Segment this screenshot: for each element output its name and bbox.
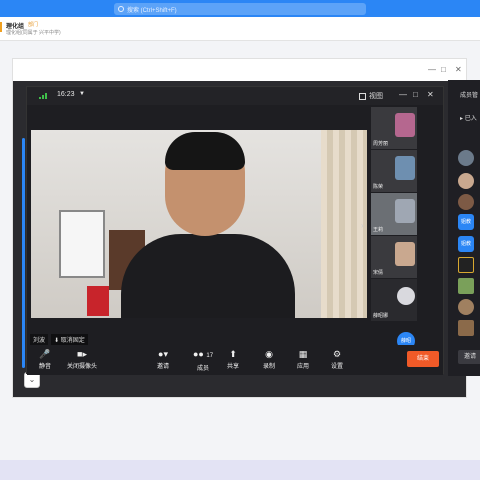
invite-icon: ●▾ (158, 349, 168, 359)
members-button[interactable]: ●● 17 成员 (193, 349, 213, 372)
signal-icon (39, 93, 47, 99)
meeting-minimize-icon[interactable]: — (399, 90, 407, 99)
participant-name: 薛昭娜 (373, 313, 389, 319)
minimize-icon[interactable]: — (428, 65, 436, 74)
maximize-icon[interactable]: □ (441, 65, 446, 74)
participant-name: 陈荣 (373, 184, 384, 190)
meeting-titlebar: 16:23 ▼ 视图 — □ ✕ (27, 87, 443, 105)
apps-label: 应用 (297, 364, 310, 370)
apps-button[interactable]: ▦ 应用 (297, 349, 309, 370)
participant-thumbnail[interactable]: 周芳丽 (371, 107, 417, 149)
participant-avatar (395, 242, 415, 266)
record-button[interactable]: ◉ 录制 (263, 349, 275, 370)
meeting-maximize-icon[interactable]: □ (413, 90, 418, 99)
gear-icon: ⚙ (332, 349, 342, 359)
member-panel-title: 成员管 (460, 93, 479, 99)
share-label: 共享 (227, 364, 240, 370)
participant-avatar (397, 287, 415, 305)
panel-invite-button[interactable]: 邀请 (458, 350, 480, 364)
bottom-strip (0, 460, 480, 480)
invite-label: 邀请 (157, 364, 170, 370)
participant-avatar (395, 113, 415, 137)
apps-icon: ▦ (298, 349, 308, 359)
record-icon: ◉ (265, 349, 273, 359)
video-red-box (87, 286, 109, 316)
mute-label: 静音 (39, 364, 52, 370)
meeting-window: 16:23 ▼ 视图 — □ ✕ › 刘波 ⬇ 取消固定 周芳丽 陈荣 王莉 宋… (26, 86, 444, 375)
member-avatar[interactable]: 姐教 (458, 214, 474, 230)
search-input[interactable]: 搜索 (Ctrl+Shift+F) (114, 3, 366, 15)
member-avatar[interactable] (458, 257, 474, 273)
joined-section-label: 已入 (464, 116, 477, 122)
participant-name: 王莉 (373, 227, 384, 233)
member-avatar[interactable] (458, 278, 474, 294)
member-panel: 成员管 ▸ 已入 姐教 姐教 邀请 (448, 80, 480, 376)
meeting-time: 16:23 (57, 91, 75, 98)
meeting-close-icon[interactable]: ✕ (427, 90, 434, 99)
participant-thumbnail[interactable]: 陈荣 (371, 150, 417, 192)
person-hair (165, 132, 245, 170)
participant-name: 宋倩 (373, 270, 384, 276)
participant-avatar (395, 199, 415, 223)
unpin-label: 取消固定 (60, 338, 85, 344)
chat-accent (0, 22, 2, 32)
member-avatar[interactable] (458, 150, 474, 166)
participant-thumbnail[interactable]: 薛昭娜 (371, 279, 417, 321)
top-bar: 搜索 (Ctrl+Shift+F) (0, 0, 480, 17)
main-video-name: 刘波 (30, 334, 49, 345)
share-button[interactable]: ⬆ 共享 (227, 349, 239, 370)
end-meeting-button[interactable]: 结束 (407, 351, 439, 367)
chat-subtitle: 理化组(同属于 兴平中学) (6, 30, 61, 36)
chat-department-tag: 部门 (28, 22, 39, 28)
camera-label: 关闭摄像头 (67, 364, 98, 370)
time-dropdown-icon[interactable]: ▼ (79, 91, 85, 97)
member-avatar[interactable] (458, 320, 474, 336)
microphone-icon: 🎤 (39, 349, 51, 359)
camera-icon: ■▸ (77, 349, 87, 359)
participant-avatar (395, 156, 415, 180)
chevron-right-icon[interactable]: › (361, 221, 364, 230)
settings-label: 设置 (331, 364, 344, 370)
invite-button[interactable]: ●▾ 邀请 (157, 349, 169, 370)
camera-button[interactable]: ■▸ 关闭摄像头 (67, 349, 97, 370)
members-label: 成员 (197, 366, 210, 372)
chat-header: 理化组 部门 理化组(同属于 兴平中学) (0, 17, 480, 41)
member-avatar[interactable] (458, 194, 474, 210)
view-button[interactable]: 视图 (359, 91, 383, 101)
participant-thumbnail[interactable]: 王莉 (371, 193, 417, 235)
meeting-toolbar: 🎤 静音 ■▸ 关闭摄像头 ●▾ 邀请 ●● 17 成员 ⬆ 共享 ◉ 录制 ▦… (27, 345, 443, 375)
share-icon: ⬆ (229, 349, 237, 359)
unpin-button[interactable]: ⬇ 取消固定 (51, 334, 88, 345)
left-indicator (22, 138, 25, 368)
settings-button[interactable]: ⚙ 设置 (331, 349, 343, 370)
grid-icon (359, 92, 366, 100)
participant-name: 周芳丽 (373, 141, 389, 147)
members-icon: ●● 17 (193, 349, 214, 359)
joined-section[interactable]: ▸ 已入 (460, 113, 477, 122)
person-body (121, 234, 295, 318)
video-whiteboard (59, 210, 105, 278)
close-icon[interactable]: ✕ (455, 65, 462, 74)
participant-thumbnail[interactable]: 宋倩 (371, 236, 417, 278)
main-video[interactable] (31, 130, 367, 318)
search-placeholder: 搜索 (Ctrl+Shift+F) (127, 7, 177, 14)
member-avatar[interactable] (458, 299, 474, 315)
search-icon (118, 6, 124, 12)
record-label: 录制 (263, 364, 276, 370)
mute-button[interactable]: 🎤 静音 (39, 349, 51, 370)
member-avatar[interactable]: 姐教 (458, 236, 474, 252)
member-avatar[interactable] (458, 173, 474, 189)
member-count: 17 (206, 353, 214, 359)
view-label: 视图 (369, 93, 383, 100)
